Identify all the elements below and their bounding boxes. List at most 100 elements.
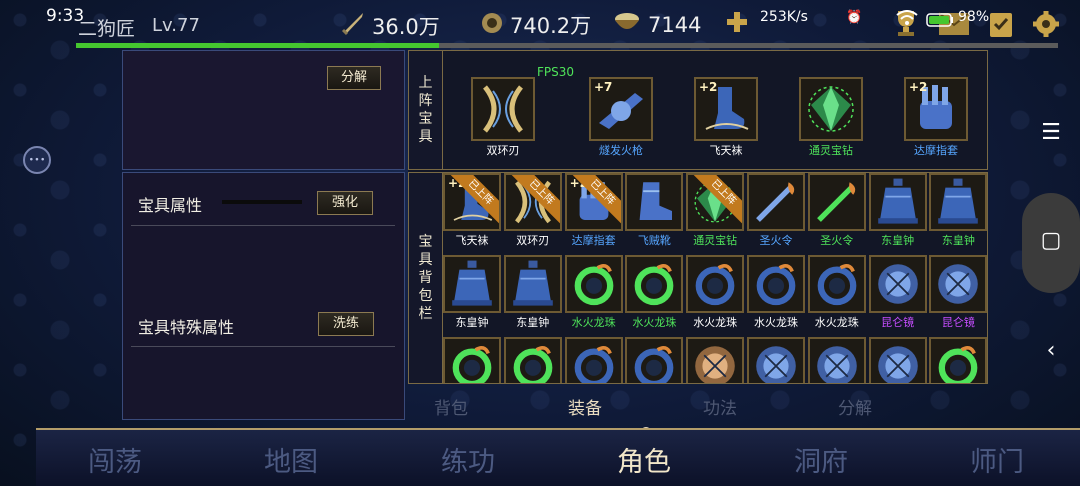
bag-slot[interactable] xyxy=(807,337,866,383)
subtab-0[interactable]: 背包 xyxy=(434,394,468,419)
kunlun-mirror-icon xyxy=(868,337,927,383)
bell-icon xyxy=(443,255,501,313)
nav-item-5[interactable]: 师门 xyxy=(970,440,1024,479)
flying-sock-icon: +2 已上阵 xyxy=(443,173,501,231)
bag-slot[interactable]: 东皇钟 xyxy=(443,255,501,330)
divider xyxy=(131,225,395,226)
bag-slot[interactable] xyxy=(929,337,988,383)
bag-slot[interactable]: 水火龙珠 xyxy=(625,255,684,330)
equipped-slot[interactable]: +2 飞天袜 xyxy=(694,77,758,158)
treasure-inventory-panel: 上阵宝具 FPS30 双环刃 +7 燧发火枪 +2 飞天袜 通灵宝钻 +2 达摩指套 宝具背包… xyxy=(408,50,988,384)
home-icon[interactable]: ▢ xyxy=(1022,228,1080,253)
nav-item-2[interactable]: 练功 xyxy=(441,440,495,479)
bag-slot[interactable]: 已上阵 双环刃 xyxy=(503,173,562,248)
dharma-finger-icon: +2 已上阵 xyxy=(564,173,623,231)
bag-slot[interactable] xyxy=(747,337,805,383)
item-name: 水火龙珠 xyxy=(693,316,738,329)
back-icon[interactable]: ‹ xyxy=(1022,338,1080,363)
nav-item-4[interactable]: 洞府 xyxy=(794,440,848,479)
nav-item-3[interactable]: 角色 xyxy=(617,440,671,479)
bag-slot[interactable]: 水火龙珠 xyxy=(564,255,623,330)
kunlun-mirror-icon xyxy=(686,337,745,383)
bag-slot[interactable] xyxy=(564,337,623,383)
top-header: 二狗匠 Lv.77 36.0万 740.2万 7144 xyxy=(36,0,1080,48)
coins-value: 740.2万 xyxy=(510,14,592,38)
equipped-slot[interactable]: 通灵宝钻 xyxy=(799,77,863,158)
bag-slot[interactable]: 水火龙珠 xyxy=(807,255,866,330)
bag-slot[interactable] xyxy=(868,337,927,383)
equipped-slot[interactable]: 双环刃 xyxy=(471,77,535,158)
bag-slot[interactable]: +2 已上阵飞天袜 xyxy=(443,173,501,248)
menu-icon[interactable]: ☰ xyxy=(1022,120,1080,145)
bag-slot[interactable]: 东皇钟 xyxy=(503,255,562,330)
treasure-detail-panel: 分解 宝具属性 强化 宝具特殊属性 洗练 xyxy=(122,50,405,420)
xp-bar-fill xyxy=(76,43,440,48)
item-name: 达摩指套 xyxy=(571,234,616,247)
bell-icon xyxy=(929,173,988,231)
sword-icon xyxy=(340,10,366,41)
dragon-pearl-icon xyxy=(929,337,988,383)
enhance-button[interactable]: 强化 xyxy=(317,191,373,215)
bag-slot[interactable]: 圣火令 xyxy=(807,173,866,248)
bag-slot[interactable] xyxy=(625,337,684,383)
bag-slot[interactable]: 昆仑镜 xyxy=(868,255,927,330)
power-value: 36.0万 xyxy=(372,14,440,39)
bag-slot[interactable]: +2 已上阵达摩指套 xyxy=(564,173,623,248)
network-speed: 253K/s xyxy=(760,9,808,25)
section-label-char: 包 xyxy=(418,288,433,304)
subtab-3[interactable]: 分解 xyxy=(838,394,872,419)
item-name: 水火龙珠 xyxy=(754,316,798,329)
item-name: 飞天袜 xyxy=(455,234,489,247)
item-name: 东皇钟 xyxy=(941,234,975,247)
item-name: 达摩指套 xyxy=(914,144,958,157)
kunlun-mirror-icon xyxy=(807,337,866,383)
kunlun-mirror-icon xyxy=(747,337,805,383)
item-name: 通灵宝钻 xyxy=(693,234,738,247)
flintlock-gun-icon: +7 xyxy=(589,77,653,141)
dragon-pearl-icon xyxy=(807,255,866,313)
bag-slot[interactable] xyxy=(503,337,562,383)
decompose-button[interactable]: 分解 xyxy=(327,66,381,90)
kunlun-mirror-icon xyxy=(868,255,927,313)
section-label-char: 具 xyxy=(418,129,433,145)
add-resource-button[interactable] xyxy=(725,10,749,39)
holy-fire-token-icon xyxy=(747,173,805,231)
bag-slot[interactable]: 圣火令 xyxy=(747,173,805,248)
bag-slot[interactable]: 水火龙珠 xyxy=(686,255,745,330)
nav-item-1[interactable]: 地图 xyxy=(264,440,318,479)
equipped-slot[interactable]: +2 达摩指套 xyxy=(904,77,968,158)
equipped-section-label: 上阵宝具 xyxy=(409,51,443,169)
bag-slot[interactable]: 已上阵 通灵宝钻 xyxy=(686,173,745,248)
equipped-slot[interactable]: +7 燧发火枪 xyxy=(589,77,653,158)
nav-item-0[interactable]: 闯荡 xyxy=(88,440,142,479)
item-name: 双环刃 xyxy=(516,234,550,247)
rice-bowl-icon xyxy=(612,10,642,39)
bag-slot[interactable]: 东皇钟 xyxy=(929,173,988,248)
fps-counter: FPS30 xyxy=(537,65,575,79)
double-ring-blade-icon xyxy=(471,77,535,141)
bag-slot[interactable]: 东皇钟 xyxy=(868,173,927,248)
gear-icon[interactable] xyxy=(1032,10,1060,42)
subtab-1[interactable]: 装备 xyxy=(568,394,602,419)
equipped-treasures-section: 上阵宝具 FPS30 双环刃 +7 燧发火枪 +2 飞天袜 通灵宝钻 +2 达摩指套 xyxy=(408,50,988,170)
bag-slot[interactable] xyxy=(686,337,745,383)
dragon-pearl-icon xyxy=(686,255,745,313)
dharma-finger-icon: +2 xyxy=(904,77,968,141)
bag-slot[interactable]: 昆仑镜 xyxy=(929,255,988,330)
bag-slot[interactable] xyxy=(443,337,501,383)
dragon-pearl-icon xyxy=(625,337,684,383)
floating-assist-ball[interactable]: ∙∙∙ xyxy=(23,146,51,174)
item-name: 水火龙珠 xyxy=(632,316,677,329)
enhance-level-badge: +7 xyxy=(594,80,613,94)
bag-slot[interactable]: 水火龙珠 xyxy=(747,255,805,330)
item-name: 燧发火枪 xyxy=(599,144,643,157)
treasure-bag-section: 宝具背包栏 +2 已上阵 飞天袜 已上阵 双环刃 +2 已上阵 达摩指套 飞贼靴 已上阵 通灵宝钻圣… xyxy=(408,172,988,384)
attr-progress-track xyxy=(222,200,302,204)
bag-slot[interactable]: 飞贼靴 xyxy=(625,173,684,248)
task-list-icon[interactable] xyxy=(988,10,1014,42)
food-display: 7144 xyxy=(612,10,701,39)
subtab-2[interactable]: 功法 xyxy=(703,394,737,419)
refine-button[interactable]: 洗练 xyxy=(318,312,374,336)
player-name[interactable]: 二狗匠 xyxy=(78,14,135,41)
bag-grid: +2 已上阵 飞天袜 已上阵 双环刃 +2 已上阵 达摩指套 飞贼靴 已上阵 通灵宝钻 圣火令 圣火令东… xyxy=(443,173,989,383)
